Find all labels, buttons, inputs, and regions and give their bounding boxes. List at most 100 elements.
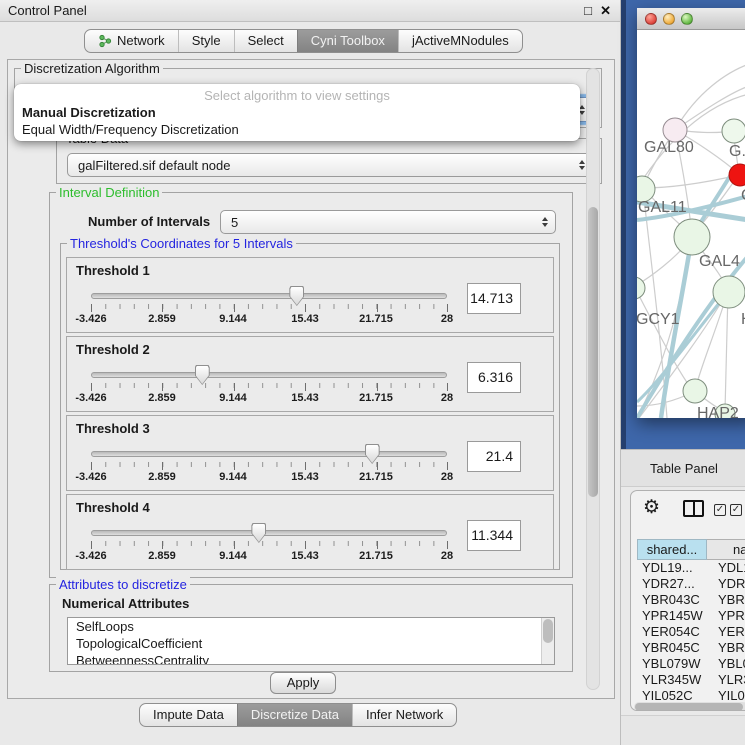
tab-network[interactable]: Network [85,30,178,52]
slider-ticks [91,383,448,392]
node-gal4[interactable] [674,219,710,255]
tab-discretize-data[interactable]: Discretize Data [237,704,352,726]
list-item[interactable]: TopologicalCoefficient [68,635,554,652]
cell[interactable]: YIL052C [637,688,707,702]
cell[interactable]: YPR1 [707,608,745,624]
table-row[interactable]: YER054CYER0 [637,624,745,640]
table-row[interactable]: YDR27...YDR2 [637,576,745,592]
tab-cyni-toolbox-label: Cyni Toolbox [311,30,385,52]
threshold-2-slider[interactable] [91,372,447,378]
cell[interactable]: YPR145W [637,608,707,624]
tab-select[interactable]: Select [234,30,297,52]
tab-infer-network[interactable]: Infer Network [352,704,456,726]
threshold-4-card: Threshold 4 -3.426 2.859 9.144 15.43 21.… [66,494,554,570]
float-window-icon[interactable]: □ [584,0,592,21]
apply-button[interactable]: Apply [270,672,336,694]
number-of-intervals-select[interactable]: 5 [220,210,556,234]
node-label-hap2: HAP2 [697,405,739,418]
close-icon[interactable]: ✕ [600,0,611,21]
scale-tick-label: 15.43 [291,392,319,404]
cell[interactable]: YBR043C [637,592,707,608]
network-canvas[interactable]: GAL80 G. C GAL11 GAL4 GCY1 H HAP2 [637,30,745,418]
table-data-group: Table Data galFiltered.sif default node [56,138,602,184]
scale-tick-label: 9.144 [219,471,247,483]
scale-tick-label: 28 [441,392,453,404]
threshold-1-value-field[interactable]: 14.713 [467,283,521,314]
table-row[interactable]: YBR045CYBR0 [637,640,745,656]
node-ga[interactable] [722,119,745,143]
threshold-1-slider[interactable] [91,293,447,299]
threshold-2-card: Threshold 2 -3.426 2.859 9.144 15.43 21.… [66,336,554,412]
list-item[interactable]: BetweennessCentrality [68,652,554,665]
dropdown-option-manual-discretization[interactable]: Manual Discretization [22,105,156,120]
cell[interactable]: YDL1 [707,560,745,576]
top-tab-bar: Network Style Select Cyni Toolbox jActiv… [84,29,523,53]
threshold-3-slider-thumb[interactable] [365,444,380,464]
panel-scrollbar-thumb[interactable] [588,207,598,497]
cell[interactable]: YDR2 [707,576,745,592]
cell[interactable]: YBR045C [637,640,707,656]
threshold-4-slider-thumb[interactable] [251,523,266,543]
list-scrollbar-thumb[interactable] [543,619,553,643]
column-header-name[interactable]: na [707,539,745,560]
cell[interactable]: YLR345W [637,672,707,688]
table-data-select[interactable]: galFiltered.sif default node [67,153,593,177]
panel-scrollbar[interactable] [586,68,600,690]
gear-icon[interactable]: ⚙ [643,496,660,519]
checkbox-icon[interactable]: ✓ [714,504,726,516]
scale-tick-label: 2.859 [148,550,176,562]
threshold-2-slider-thumb[interactable] [195,365,210,385]
threshold-2-value-field[interactable]: 6.316 [467,362,521,393]
table-horizontal-scrollbar[interactable] [634,702,745,711]
table-row[interactable]: YIL052CYIL0 [637,688,745,702]
table-row[interactable]: YLR345WYLR3 [637,672,745,688]
threshold-coordinates-group: Threshold's Coordinates for 5 Intervals … [60,243,560,570]
scale-tick-label: 15.43 [291,471,319,483]
threshold-1-card: Threshold 1 -3.426 2.859 9.144 15.43 21.… [66,257,554,333]
tab-discretize-data-label: Discretize Data [251,704,339,726]
list-scrollbar[interactable] [541,618,554,664]
threshold-3-slider[interactable] [91,451,447,457]
threshold-4-slider[interactable] [91,530,447,536]
cell[interactable]: YER054C [637,624,707,640]
scale-tick-label: 21.715 [359,392,393,404]
table-panel: ⚙ ✓ ✓ shared... na YDL19...YDL1 YDR27...… [630,490,745,711]
split-view-icon[interactable] [683,500,704,517]
tab-cyni-toolbox[interactable]: Cyni Toolbox [297,30,398,52]
cell[interactable]: YIL0 [707,688,745,702]
cell[interactable]: YBR0 [707,592,745,608]
cell[interactable]: YER0 [707,624,745,640]
tab-style[interactable]: Style [178,30,234,52]
dropdown-option-equal-width-frequency[interactable]: Equal Width/Frequency Discretization [22,122,239,137]
cell[interactable]: YBL0 [707,656,745,672]
table-horizontal-scrollbar-thumb[interactable] [635,703,743,711]
close-traffic-light-icon[interactable] [645,13,657,25]
cyni-toolbox-panel: Discretization Algorithm Select algorith… [7,59,615,699]
scale-tick-label: 9.144 [219,550,247,562]
tab-impute-data[interactable]: Impute Data [140,704,237,726]
node-label-gal4: GAL4 [699,253,740,271]
table-row[interactable]: YPR145WYPR1 [637,608,745,624]
column-header-shared-name[interactable]: shared... [637,539,707,560]
cell[interactable]: YDR27... [637,576,707,592]
tab-jactivemnodules[interactable]: jActiveMNodules [398,30,522,52]
zoom-traffic-light-icon[interactable] [681,13,693,25]
threshold-4-value-field[interactable]: 11.344 [467,520,521,551]
cell[interactable]: YLR3 [707,672,745,688]
cell[interactable]: YBR0 [707,640,745,656]
list-item[interactable]: SelfLoops [68,618,554,635]
threshold-1-slider-thumb[interactable] [289,286,304,306]
cell[interactable]: YBL079W [637,656,707,672]
cell[interactable]: YDL19... [637,560,707,576]
minimize-traffic-light-icon[interactable] [663,13,675,25]
node-h[interactable] [713,276,745,308]
network-icon [98,34,112,48]
table-row[interactable]: YBR043CYBR0 [637,592,745,608]
scale-tick-label: 9.144 [219,392,247,404]
table-row[interactable]: YDL19...YDL1 [637,560,745,576]
node-hap2[interactable] [683,379,707,403]
threshold-3-card: Threshold 3 -3.426 2.859 9.144 15.43 21.… [66,415,554,491]
threshold-3-value-field[interactable]: 21.4 [467,441,521,472]
table-row[interactable]: YBL079WYBL0 [637,656,745,672]
checkbox-icon[interactable]: ✓ [730,504,742,516]
